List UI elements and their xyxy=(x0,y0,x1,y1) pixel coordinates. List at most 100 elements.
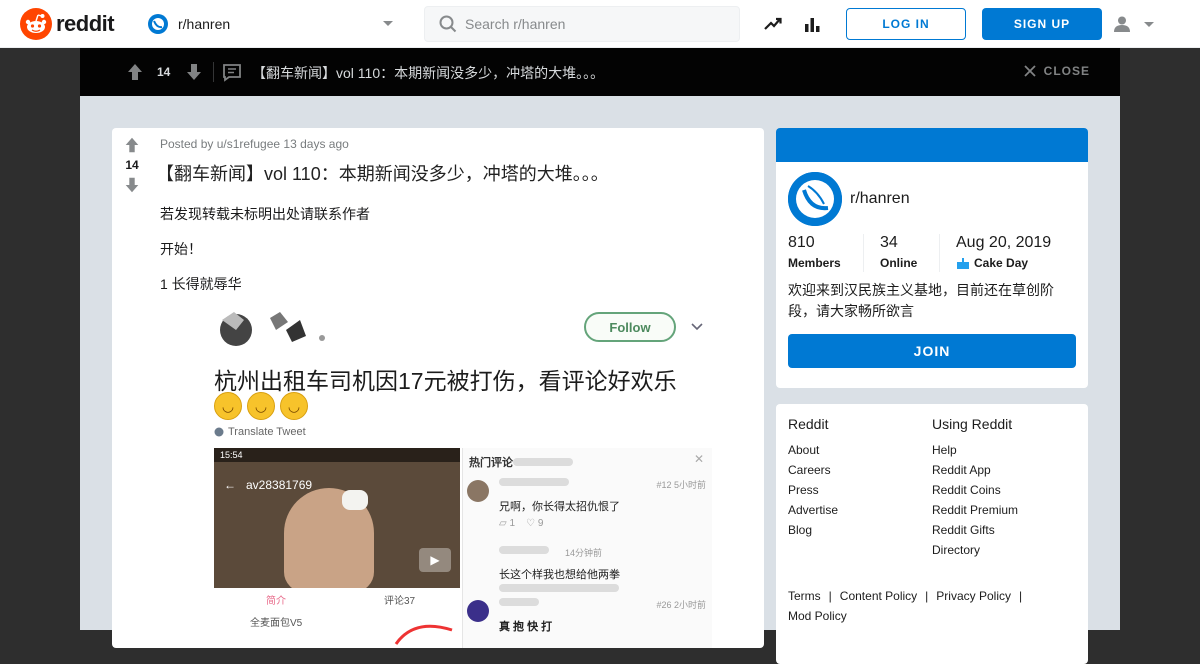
members-count: 810 xyxy=(788,234,815,251)
like-icon: ♡ xyxy=(526,518,538,529)
reply-icon: ▱ xyxy=(499,518,510,529)
video-id-label: av28381769 xyxy=(246,478,313,492)
globe-icon xyxy=(214,427,224,437)
close-icon xyxy=(1024,65,1036,77)
footer-link-press[interactable]: Press xyxy=(788,480,838,500)
comment-stats: ▱ 1 ♡ 9 xyxy=(499,518,543,529)
comment-meta: #26 2小时前 xyxy=(656,600,706,610)
community-name[interactable]: r/hanren xyxy=(850,190,910,208)
legal-link-content-policy[interactable]: Content Policy xyxy=(840,589,917,603)
video-thumbnail: 15:54 ← av28381769 ▶ xyxy=(214,448,460,588)
red-circle-mark xyxy=(394,624,453,645)
login-button[interactable]: LOG IN xyxy=(846,8,966,40)
user-icon xyxy=(1114,16,1130,32)
avatar xyxy=(467,600,489,622)
footer-link-help[interactable]: Help xyxy=(932,440,1018,460)
video-tab-intro: 简介 xyxy=(266,596,286,607)
blurred-stats xyxy=(499,584,619,592)
cake-day-label: Cake Day xyxy=(974,256,1029,270)
community-dropdown-label: r/hanren xyxy=(178,16,231,32)
embed-headline: 杭州出租车司机因17元被打伤，看评论好欢乐 xyxy=(214,368,677,394)
community-card: r/hanren 810 Members 34 Online Aug 20, 2… xyxy=(776,128,1088,388)
search-bar xyxy=(424,6,740,42)
footer-link-careers[interactable]: Careers xyxy=(788,460,838,480)
trending-icon xyxy=(764,17,782,30)
post-title-bar: 【翻车新闻】vol 110：本期新闻没多少，冲塔的大堆。。。 xyxy=(252,65,605,81)
comment-icon xyxy=(223,64,241,82)
upvote-arrow-icon xyxy=(128,64,142,80)
community-dropdown[interactable]: r/hanren xyxy=(148,12,396,36)
footer-link-app[interactable]: Reddit App xyxy=(932,460,1018,480)
chevron-down-icon xyxy=(691,323,703,331)
comment-meta: #12 5小时前 xyxy=(656,480,706,490)
divider xyxy=(213,62,214,82)
comment-likes: 1 xyxy=(509,518,516,529)
links-heading: Reddit xyxy=(788,416,829,432)
close-button[interactable]: CLOSE xyxy=(1024,64,1090,78)
stats-icon xyxy=(805,18,820,32)
downvote-arrow-icon[interactable] xyxy=(123,176,141,194)
post-meta: Posted by u/s1refugee 13 days ago xyxy=(160,137,349,151)
stats-button[interactable] xyxy=(801,13,823,35)
content-canvas: 14 Posted by u/s1refugee 13 days ago 【翻车… xyxy=(80,96,1120,664)
post-overlay-bar: 14 【翻车新闻】vol 110：本期新闻没多少，冲塔的大堆。。。 CLOSE xyxy=(80,48,1120,96)
footer-link-gifts[interactable]: Reddit Gifts xyxy=(932,520,1018,540)
comments-button[interactable] xyxy=(222,62,242,87)
translate-label: Translate Tweet xyxy=(228,426,306,438)
video-tabs: 简介 评论37 全麦面包V5 xyxy=(214,588,460,648)
trending-button[interactable] xyxy=(762,13,784,35)
post-paragraph: 1 长得就辱华 xyxy=(160,276,242,292)
separator: | xyxy=(1018,589,1023,603)
reddit-home-link[interactable]: reddit xyxy=(20,8,115,40)
community-banner xyxy=(776,128,1088,162)
search-input[interactable] xyxy=(465,16,725,32)
follow-button[interactable]: Follow xyxy=(584,312,676,342)
top-header: reddit r/hanren LOG IN SIGN U xyxy=(0,0,1200,48)
footer-link-blog[interactable]: Blog xyxy=(788,520,838,540)
avatar-cluster-icon xyxy=(220,312,325,346)
post-card: 14 Posted by u/s1refugee 13 days ago 【翻车… xyxy=(112,128,764,648)
footer-link-coins[interactable]: Reddit Coins xyxy=(932,480,1018,500)
footer-link-advertise[interactable]: Advertise xyxy=(788,500,838,520)
legal-link-privacy-policy[interactable]: Privacy Policy xyxy=(936,589,1011,603)
footer-link-about[interactable]: About xyxy=(788,440,838,460)
links-heading: Using Reddit xyxy=(932,416,1013,432)
legal-link-mod-policy[interactable]: Mod Policy xyxy=(788,609,847,623)
comment-text: 长这个样我也想给他两拳 xyxy=(499,569,620,581)
translate-tweet: Translate Tweet xyxy=(214,426,306,438)
cake-day-row: Cake Day xyxy=(956,256,1051,270)
footer-link-directory[interactable]: Directory xyxy=(932,540,1018,560)
comment-meta: 14分钟前 xyxy=(564,548,602,558)
signup-button[interactable]: SIGN UP xyxy=(982,8,1102,40)
upvote-button[interactable] xyxy=(126,62,144,87)
online-count: 34 xyxy=(880,234,898,251)
divider xyxy=(939,234,940,272)
legal-link-terms[interactable]: Terms xyxy=(788,589,821,603)
footer-link-premium[interactable]: Reddit Premium xyxy=(932,500,1018,520)
post-image[interactable]: Follow 杭州出租车司机因17元被打伤，看评论好欢乐 ◡ ◡ ◡ Trans… xyxy=(206,304,712,648)
search-icon xyxy=(439,15,457,33)
blurred-username xyxy=(499,478,569,486)
community-icon xyxy=(148,14,168,34)
online-label: Online xyxy=(880,256,918,270)
divider xyxy=(863,234,864,272)
upvote-arrow-icon[interactable] xyxy=(123,136,141,154)
footer-links-card: Reddit About Careers Press Advertise Blo… xyxy=(776,404,1088,664)
join-button[interactable]: JOIN xyxy=(788,334,1076,368)
legal-links: Terms | Content Policy | Privacy Policy | Mod … xyxy=(788,586,1078,626)
community-icon xyxy=(788,172,842,226)
post-vote-count: 14 xyxy=(125,158,139,172)
cake-icon xyxy=(957,258,969,269)
blurred-username xyxy=(499,598,539,606)
post-paragraph: 若发现转载未标明出处请联系作者 xyxy=(160,206,370,222)
comments-heading: 热门评论 xyxy=(469,457,513,469)
cake-day-stat: Aug 20, 2019 Cake Day xyxy=(956,234,1051,270)
comment-text: 兄啊，你长得太招仇恨了 xyxy=(499,501,620,513)
grin-emoji-icon: ◡ xyxy=(280,392,308,420)
play-icon: ▶ xyxy=(419,548,451,572)
post-title: 【翻车新闻】vol 110：本期新闻没多少，冲塔的大堆。。。 xyxy=(156,164,609,184)
downvote-button[interactable] xyxy=(185,62,203,87)
user-menu[interactable] xyxy=(1112,12,1162,36)
reddit-wordmark: reddit xyxy=(56,11,115,36)
cake-day-date: Aug 20, 2019 xyxy=(956,234,1052,251)
